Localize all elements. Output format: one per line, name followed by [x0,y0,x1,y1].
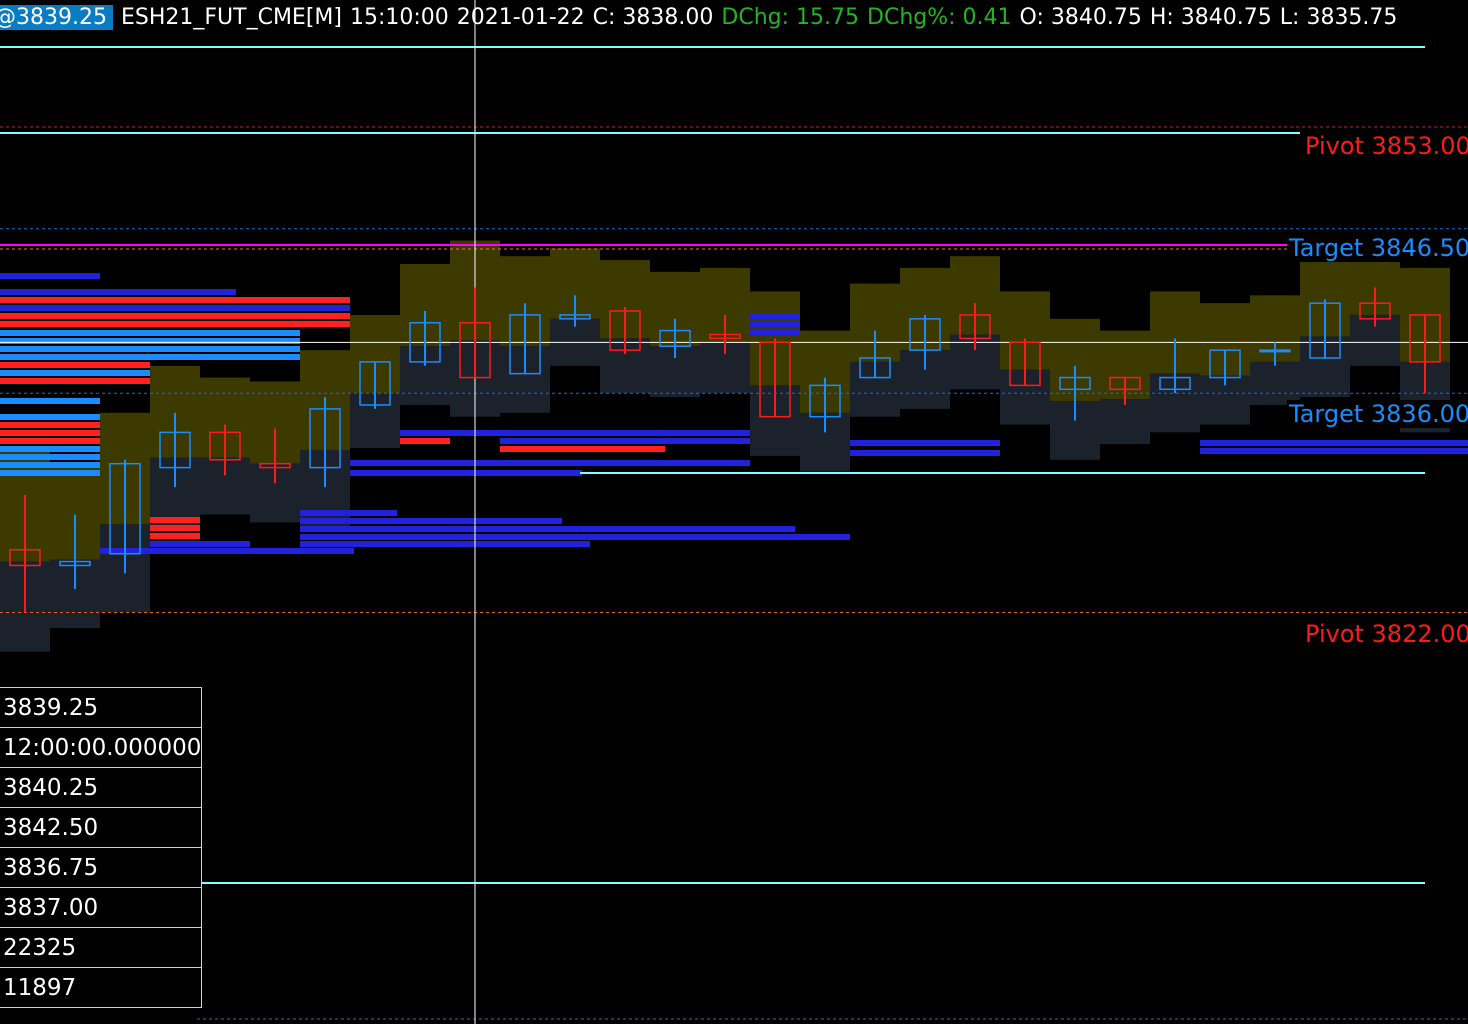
bar-date: 2021-01-22 [456,5,585,30]
volume-profile-bar [300,541,590,547]
volume-profile-bar [0,438,100,444]
volume-profile-bar [0,398,100,404]
volume-profile-bar [350,460,750,466]
volume-profile-bar [0,305,350,311]
volume-column-lower [1100,399,1150,445]
volume-profile-bar [150,517,200,523]
chart-header: @3839.25 ESH21_FUT_CME[M] 15:10:00 2021-01-… [0,0,1405,36]
volume-profile-bar [750,329,800,335]
volume-profile-bar [0,338,300,344]
close-value: C: 3838.00 [592,5,714,30]
high-value: H: 3840.75 [1149,5,1272,30]
low-value: L: 3835.75 [1279,5,1398,30]
volume-profile-bar [300,510,397,516]
dw-row: 12:00:00.000000 [0,727,203,768]
volume-profile-bar [350,470,582,476]
volume-profile-bar [500,446,665,452]
bar-time: 15:10:00 [349,5,449,30]
volume-profile-bar [150,525,200,531]
volume-profile-bar [0,297,350,303]
volume-profile-bar [150,533,200,539]
volume-profile-bar [400,430,750,436]
volume-profile-bar [500,438,750,444]
volume-profile-bar [0,330,300,336]
volume-profile-bar [300,518,562,524]
volume-profile-bar [1200,440,1468,446]
volume-profile-bar [0,470,100,476]
daily-change: DChg: 15.75 [721,5,860,30]
volume-profile-bar [0,414,100,420]
volume-profile-bar [750,321,800,327]
volume-profile-bar [0,354,300,360]
last-price-badge: @3839.25 [0,5,113,30]
volume-profile-bar [0,370,150,376]
dw-row: 3840.25 [0,767,203,808]
symbol: ESH21_FUT_CME[M] [120,5,342,30]
daily-change-percent: DChg%: 0.41 [867,5,1012,30]
dw-row: 11897 [0,967,203,1008]
open-value: O: 3840.75 [1019,5,1142,30]
volume-profile-bar [0,321,350,327]
volume-profile-bar [0,289,236,295]
target-high-label: Target 3846.50 [1287,234,1468,262]
volume-profile-bar [0,378,150,384]
volume-profile-bar [0,273,100,279]
volume-profile-bar [1200,448,1468,454]
volume-profile-bar [150,541,250,547]
dw-row: 3837.00 [0,887,203,928]
volume-profile-bar [0,422,100,428]
target-low-label: Target 3836.00 [1287,400,1468,428]
volume-profile-bar [0,454,100,460]
price-chart[interactable] [0,0,1468,1024]
volume-profile-bar [750,313,800,319]
volume-column-lower [1250,361,1300,405]
dw-row: 3842.50 [0,807,203,848]
volume-profile-bar [400,438,450,444]
volume-profile-bar [0,462,100,468]
volume-profile-bar [300,526,795,532]
dw-row: 22325 [0,927,203,968]
volume-profile-bar [0,346,300,352]
pivot-low-label: Pivot 3822.00 [1303,620,1468,648]
volume-profile-bar [850,450,1000,456]
volume-profile-bar [0,313,350,319]
volume-profile-bar [0,362,150,368]
pivot-high-label: Pivot 3853.00 [1303,132,1468,160]
data-window: 3839.25 12:00:00.000000 3840.25 3842.50 … [0,687,203,1008]
dw-row: 3839.25 [0,687,203,728]
volume-profile-bar [850,440,1000,446]
dw-row: 3836.75 [0,847,203,888]
volume-profile-bar [300,534,850,540]
volume-profile-bar [0,430,100,436]
volume-profile-bar [0,446,100,452]
candle-body [1259,349,1291,353]
